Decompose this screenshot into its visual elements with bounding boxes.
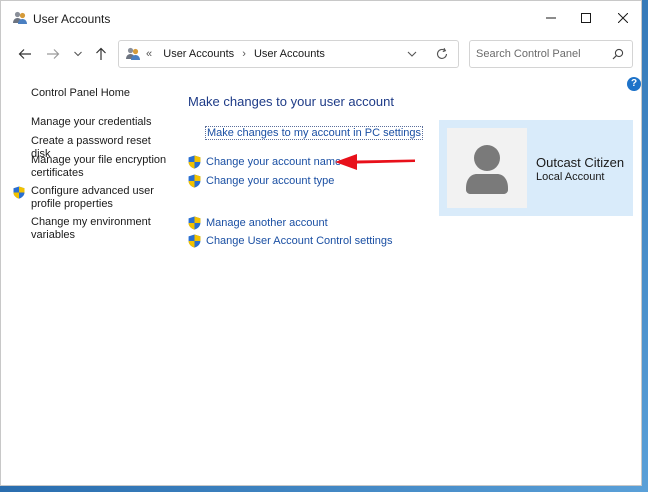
- arrow-left-icon: [18, 49, 31, 59]
- pc-settings-link[interactable]: Make changes to my account in PC setting…: [205, 126, 423, 140]
- breadcrumb-overflow[interactable]: «: [146, 48, 152, 60]
- maximize-icon: [581, 13, 591, 23]
- search-box[interactable]: [469, 40, 633, 68]
- uac-shield-icon: [188, 234, 201, 248]
- breadcrumb-item-user-accounts-current[interactable]: User Accounts: [254, 48, 325, 60]
- title-bar: User Accounts: [1, 1, 641, 35]
- red-arrow-icon: [335, 154, 415, 170]
- sidebar-item-environment-variables[interactable]: Change my environment variables: [31, 216, 171, 241]
- refresh-icon[interactable]: [435, 47, 449, 61]
- sidebar-item-file-encryption-certificates[interactable]: Manage your file encryption certificates: [31, 154, 171, 179]
- users-icon: [126, 47, 140, 60]
- back-button[interactable]: [13, 43, 37, 65]
- uac-shield-icon: [188, 155, 201, 169]
- sidebar-item-control-panel-home[interactable]: Control Panel Home: [31, 87, 171, 100]
- recent-locations-button[interactable]: [66, 43, 90, 65]
- search-icon[interactable]: [612, 48, 624, 60]
- uac-shield-icon: [188, 174, 201, 188]
- sidebar-item-advanced-profile-properties[interactable]: Configure advanced user profile properti…: [13, 185, 171, 210]
- task-label: Change your account name: [206, 156, 342, 168]
- person-silhouette-icon: [466, 145, 508, 194]
- sidebar-item-label: Configure advanced user profile properti…: [31, 185, 154, 210]
- task-label: Manage another account: [206, 217, 328, 229]
- arrow-right-icon: [47, 49, 60, 59]
- uac-shield-icon: [188, 216, 201, 230]
- help-button[interactable]: ?: [627, 77, 641, 91]
- account-type: Local Account: [536, 171, 605, 183]
- address-bar[interactable]: « User Accounts › User Accounts: [118, 40, 459, 68]
- arrow-up-icon: [96, 47, 106, 60]
- users-icon: [13, 11, 27, 24]
- account-name: Outcast Citizen: [536, 155, 625, 170]
- window-title: User Accounts: [33, 12, 111, 26]
- sidebar-item-manage-credentials[interactable]: Manage your credentials: [31, 116, 171, 129]
- user-accounts-window: User Accounts « User Accounts › User Acc…: [0, 0, 642, 486]
- breadcrumb-item-user-accounts[interactable]: User Accounts: [163, 48, 234, 60]
- task-label: Change your account type: [206, 175, 335, 187]
- close-icon: [618, 13, 628, 23]
- minimize-icon: [546, 17, 556, 19]
- task-label: Change User Account Control settings: [206, 235, 393, 247]
- uac-shield-icon: [13, 186, 25, 199]
- avatar: [447, 128, 527, 208]
- chevron-down-icon[interactable]: [406, 48, 418, 60]
- page-title: Make changes to your user account: [188, 94, 394, 109]
- chevron-down-icon: [74, 51, 82, 57]
- breadcrumb: « User Accounts › User Accounts: [146, 48, 325, 60]
- search-input[interactable]: [476, 46, 602, 62]
- forward-button[interactable]: [41, 43, 65, 65]
- account-card: Outcast Citizen Local Account: [439, 120, 633, 216]
- breadcrumb-separator[interactable]: ›: [242, 48, 246, 60]
- close-button[interactable]: [600, 1, 641, 35]
- up-button[interactable]: [89, 43, 113, 65]
